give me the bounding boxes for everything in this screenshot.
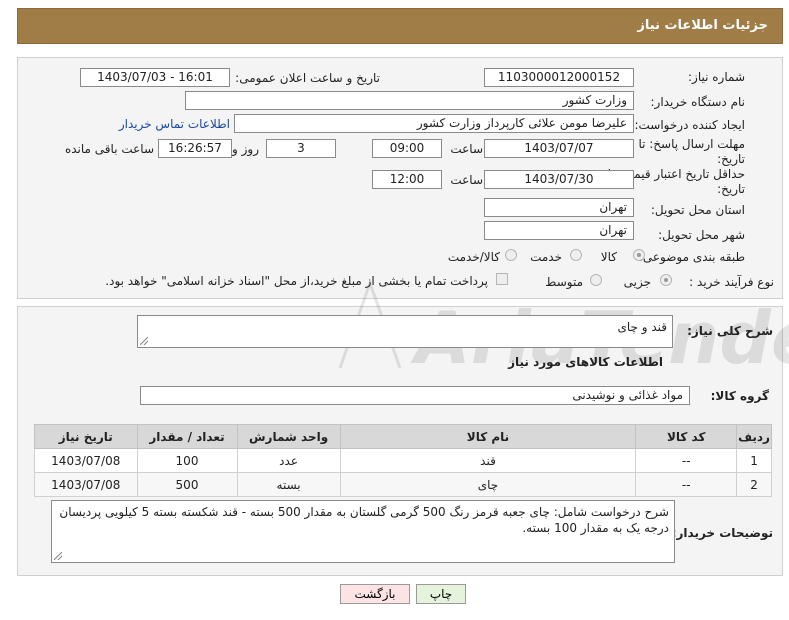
category-radio-goods-service[interactable] [505, 249, 517, 261]
summary-resize-grip[interactable] [140, 337, 148, 345]
goods-section-title: اطلاعات کالاهای مورد نیاز [508, 355, 663, 369]
treasury-payment-note: پرداخت تمام یا بخشی از مبلغ خرید،از محل … [105, 274, 488, 288]
cell-unit: عدد [236, 448, 341, 473]
col-unit: واحد شمارش [236, 424, 341, 449]
reply-time-field: 09:00 [372, 139, 442, 158]
province-field: تهران [484, 198, 634, 217]
items-table: تاریخ نیاز تعداد / مقدار واحد شمارش نام … [34, 424, 772, 497]
page-header: جزئیات اطلاعات نیاز [17, 8, 783, 44]
purchase-option-minor: جزیی [623, 275, 651, 289]
announce-datetime-label: تاریخ و ساعت اعلان عمومی: [235, 71, 380, 85]
province-label: استان محل تحویل: [650, 203, 745, 217]
need-number-label: شماره نیاز: [688, 70, 745, 84]
reply-days-label: روز و [232, 142, 259, 156]
purchase-radio-minor[interactable] [660, 274, 672, 286]
need-number-field: 1103000012000152 [484, 68, 634, 87]
category-option-service: خدمت [530, 250, 562, 264]
cell-quantity: 500 [136, 472, 238, 497]
cell-name: چای [339, 472, 637, 497]
requester-label: ایجاد کننده درخواست: [634, 118, 745, 132]
purchase-radio-medium[interactable] [590, 274, 602, 286]
cell-quantity: 100 [136, 448, 238, 473]
reply-deadline-label: مهلت ارسال پاسخ: تا [638, 137, 745, 151]
buyer-notes-resize-grip[interactable] [54, 552, 62, 560]
cell-date: 1403/07/08 [34, 472, 138, 497]
city-field: تهران [484, 221, 634, 240]
category-radio-service[interactable] [570, 249, 582, 261]
requester-field: علیرضا مومن علائی کارپرداز وزارت کشور [234, 114, 634, 133]
reply-date-field: 1403/07/07 [484, 139, 634, 158]
buyer-org-field: وزارت کشور [185, 91, 634, 110]
buyer-notes-text: شرح درخواست شامل: چای جعبه قرمز رنگ 500 … [59, 505, 669, 535]
category-radio-goods[interactable] [633, 249, 645, 261]
reply-deadline-label-2: تاریخ: [717, 152, 745, 166]
buyer-notes-label: توضیحات خریدار: [671, 526, 773, 540]
remaining-time-label: ساعت باقی مانده [64, 142, 154, 156]
cell-unit: بسته [236, 472, 341, 497]
col-date: تاریخ نیاز [34, 424, 138, 449]
price-validity-date-field: 1403/07/30 [484, 170, 634, 189]
cell-row: 2 [736, 472, 772, 497]
reply-time-label: ساعت [450, 142, 483, 156]
summary-label: شرح کلی نیاز: [687, 324, 773, 338]
print-button[interactable]: چاپ [416, 584, 466, 604]
col-row: ردیف [736, 424, 772, 449]
cell-code: -- [635, 448, 738, 473]
category-option-goods-service: کالا/خدمت [447, 250, 500, 264]
buyer-org-label: نام دستگاه خریدار: [650, 95, 746, 109]
price-validity-time-label: ساعت [450, 173, 483, 187]
purchase-type-label: نوع فرآیند خرید : [689, 275, 774, 289]
cell-code: -- [635, 472, 738, 497]
table-header-row: تاریخ نیاز تعداد / مقدار واحد شمارش نام … [34, 424, 772, 449]
table-row: 1403/07/08 100 عدد قند -- 1 [34, 448, 772, 473]
goods-group-label: گروه کالا: [710, 389, 769, 403]
col-code: کد کالا [635, 424, 738, 449]
reply-days-field: 3 [266, 139, 336, 158]
page-title: جزئیات اطلاعات نیاز [637, 18, 768, 33]
cell-date: 1403/07/08 [34, 448, 138, 473]
announce-datetime-field: 1403/07/03 - 16:01 [80, 68, 230, 87]
city-label: شهر محل تحویل: [658, 228, 745, 242]
cell-name: قند [339, 448, 637, 473]
price-validity-time-field: 12:00 [372, 170, 442, 189]
goods-group-field: مواد غذائی و نوشیدنی [140, 386, 690, 405]
buyer-notes-field: شرح درخواست شامل: چای جعبه قرمز رنگ 500 … [51, 500, 675, 563]
col-name: نام کالا [339, 424, 637, 449]
purchase-option-medium: متوسط [545, 275, 583, 289]
col-quantity: تعداد / مقدار [136, 424, 238, 449]
remaining-time-field: 16:26:57 [158, 139, 232, 158]
category-label: طبقه بندی موضوعی: [638, 250, 745, 264]
back-button[interactable]: بازگشت [340, 584, 410, 604]
table-row: 1403/07/08 500 بسته چای -- 2 [34, 472, 772, 497]
buyer-contact-link[interactable]: اطلاعات تماس خریدار [119, 117, 230, 131]
price-validity-label-2: تاریخ: [717, 182, 745, 196]
category-option-goods: کالا [600, 250, 617, 264]
treasury-payment-checkbox[interactable] [496, 273, 508, 285]
cell-row: 1 [736, 448, 772, 473]
summary-field: قند و چای [137, 315, 673, 348]
summary-text: قند و چای [617, 320, 667, 334]
